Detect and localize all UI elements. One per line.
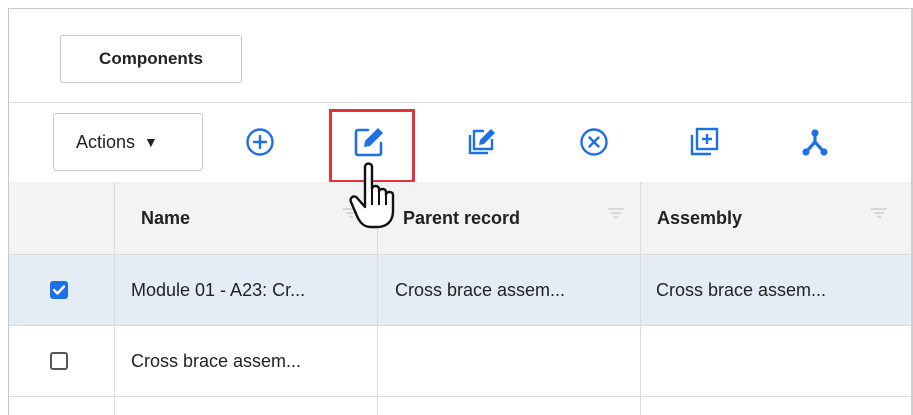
copy-add-button[interactable]: [681, 119, 727, 165]
cell-name[interactable]: Module 01 - A23: Cr...: [131, 255, 371, 325]
delete-circle-icon: [580, 128, 608, 156]
filter-icon[interactable]: [869, 206, 889, 220]
row-checkbox[interactable]: [50, 281, 68, 299]
actions-label: Actions: [76, 131, 136, 152]
hierarchy-icon: [802, 129, 828, 156]
delete-button[interactable]: [571, 119, 617, 165]
cell-assembly[interactable]: Cross brace assem...: [656, 255, 906, 325]
components-panel: Components Actions ▼ Name Parent record …: [8, 8, 913, 415]
filter-icon[interactable]: [606, 206, 626, 220]
column-divider: [114, 182, 115, 415]
row-checkbox[interactable]: [50, 352, 68, 370]
cell-parent-record[interactable]: Cross brace assem...: [395, 255, 641, 325]
grid-header: Name Parent record Assembly: [9, 182, 913, 255]
column-header-parent-record[interactable]: Parent record: [403, 182, 603, 254]
tab-components-label: Components: [99, 49, 203, 68]
add-circle-icon: [246, 128, 274, 156]
column-divider: [640, 182, 641, 415]
components-grid: Name Parent record Assembly Module 01 - …: [9, 182, 913, 415]
actions-dropdown[interactable]: Actions ▼: [53, 113, 203, 171]
divider: [9, 102, 913, 103]
edit-multiple-icon: [468, 129, 495, 155]
checkmark-icon: [52, 285, 66, 295]
column-header-name[interactable]: Name: [141, 182, 361, 254]
cell-assembly[interactable]: [656, 326, 906, 396]
table-row: [9, 397, 913, 415]
hierarchy-button[interactable]: [792, 119, 838, 165]
column-header-assembly[interactable]: Assembly: [657, 182, 857, 254]
cell-parent-record[interactable]: [395, 326, 641, 396]
caret-down-icon: ▼: [144, 134, 158, 150]
table-row[interactable]: Module 01 - A23: Cr... Cross brace assem…: [9, 255, 913, 326]
table-row[interactable]: Cross brace assem...: [9, 326, 913, 397]
copy-add-icon: [690, 127, 719, 156]
tab-components[interactable]: Components: [60, 35, 242, 83]
cell-name[interactable]: Cross brace assem...: [131, 326, 371, 396]
edit-multiple-button[interactable]: [458, 119, 504, 165]
hand-cursor-icon: [349, 162, 395, 229]
add-button[interactable]: [237, 119, 283, 165]
